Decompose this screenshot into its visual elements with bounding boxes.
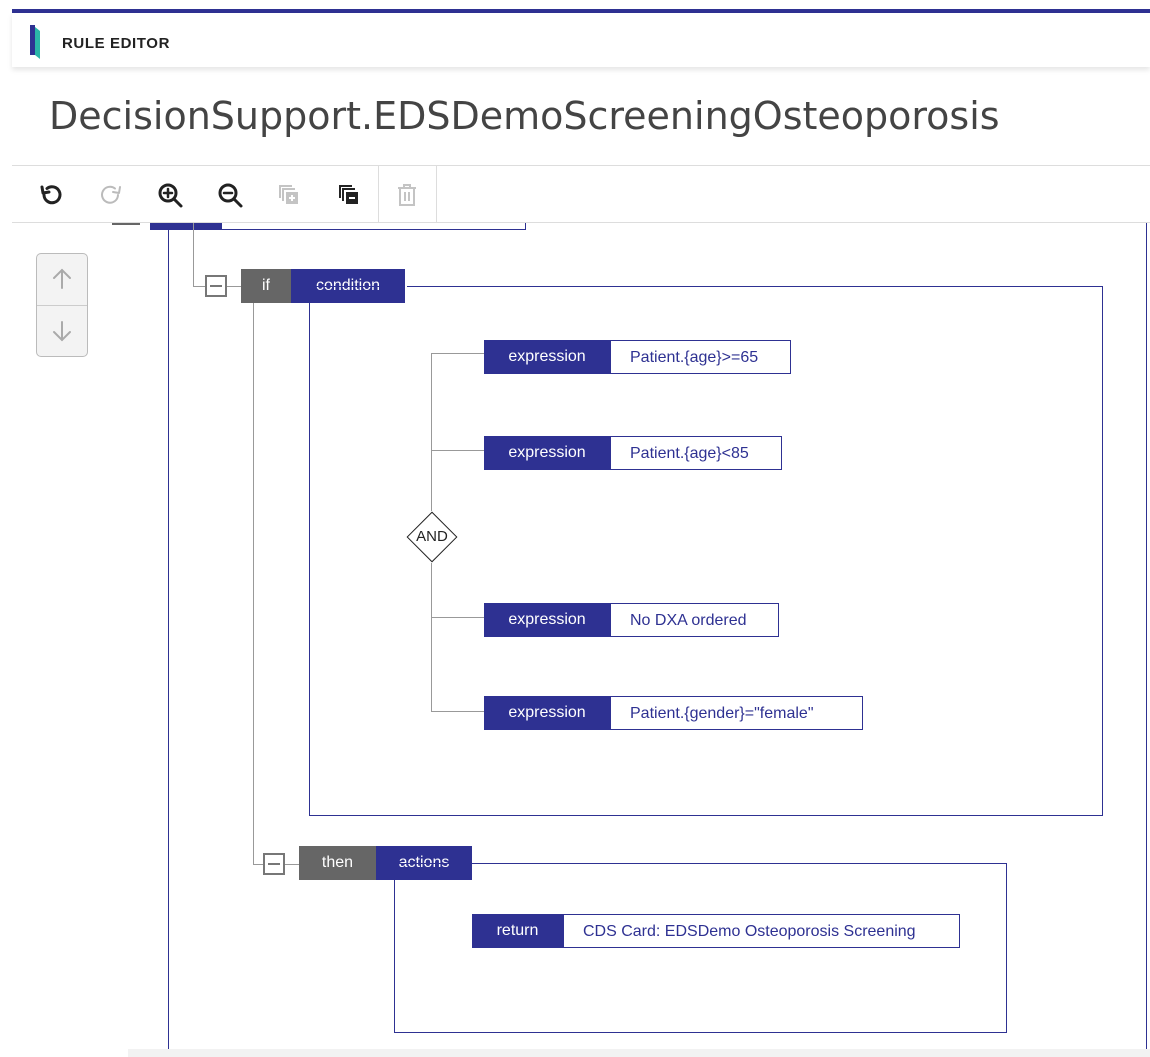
tree-connector bbox=[285, 864, 299, 865]
toolbar bbox=[12, 166, 1150, 222]
and-operator-label: AND bbox=[416, 528, 448, 545]
arrow-up-icon bbox=[53, 268, 71, 289]
zoom-in-button[interactable] bbox=[155, 180, 185, 210]
tree-connector bbox=[193, 223, 194, 286]
collapse-all-icon bbox=[339, 185, 358, 204]
trash-icon bbox=[398, 184, 416, 206]
and-connector bbox=[431, 353, 484, 354]
expression-tab[interactable]: expression bbox=[484, 436, 610, 470]
expand-all-button[interactable] bbox=[274, 180, 304, 210]
if-keyword: if bbox=[241, 269, 291, 303]
and-connector bbox=[431, 450, 484, 451]
expression-value[interactable]: Patient.{age}>=65 bbox=[610, 340, 791, 374]
rule-block-left-border bbox=[168, 223, 169, 1057]
expression-value[interactable]: Patient.{age}<85 bbox=[610, 436, 782, 470]
parent-node-box bbox=[150, 223, 526, 230]
zoom-out-icon bbox=[218, 183, 243, 208]
app-header: RULE EDITOR bbox=[12, 13, 1150, 67]
expression-value[interactable]: Patient.{gender}="female" bbox=[610, 696, 863, 730]
expression-tab[interactable]: expression bbox=[484, 340, 610, 374]
delete-button[interactable] bbox=[392, 180, 422, 210]
collapse-all-button[interactable] bbox=[334, 180, 364, 210]
canvas-scroll-edge bbox=[128, 1049, 1150, 1057]
page-title: DecisionSupport.EDSDemoScreeningOsteopor… bbox=[49, 94, 1000, 138]
undo-icon bbox=[40, 185, 62, 205]
and-connector bbox=[431, 711, 484, 712]
top-accent-bar bbox=[0, 0, 1150, 13]
redo-button[interactable] bbox=[96, 180, 126, 210]
tree-connector bbox=[227, 286, 241, 287]
tree-connector bbox=[253, 864, 263, 865]
expand-all-icon bbox=[279, 185, 298, 204]
rule-canvas[interactable]: if condition AND expression Patient.{age… bbox=[12, 223, 1150, 1057]
move-up-button[interactable] bbox=[37, 254, 87, 304]
connector-line bbox=[112, 223, 140, 225]
return-tab[interactable]: return bbox=[472, 914, 563, 948]
collapse-if-button[interactable] bbox=[205, 275, 227, 297]
undo-button[interactable] bbox=[36, 180, 66, 210]
arrow-down-icon bbox=[53, 321, 71, 342]
navigation-arrows bbox=[36, 253, 88, 357]
toolbar-separator bbox=[378, 166, 379, 222]
expression-tab[interactable]: expression bbox=[484, 603, 610, 637]
rule-block-right-border bbox=[1146, 223, 1147, 1057]
expression-value[interactable]: No DXA ordered bbox=[610, 603, 779, 637]
and-connector bbox=[431, 353, 432, 511]
and-connector bbox=[431, 617, 484, 618]
and-connector bbox=[431, 563, 432, 712]
app-logo-icon bbox=[30, 25, 40, 59]
move-down-button[interactable] bbox=[37, 306, 87, 356]
zoom-in-icon bbox=[158, 183, 183, 208]
tree-connector bbox=[253, 303, 254, 864]
app-title: RULE EDITOR bbox=[62, 35, 170, 52]
toolbar-separator bbox=[436, 166, 437, 222]
tree-connector bbox=[193, 286, 205, 287]
zoom-out-button[interactable] bbox=[215, 180, 245, 210]
return-value[interactable]: CDS Card: EDSDemo Osteoporosis Screening bbox=[563, 914, 960, 948]
redo-icon bbox=[101, 185, 121, 204]
expression-tab[interactable]: expression bbox=[484, 696, 610, 730]
collapse-then-button[interactable] bbox=[263, 853, 285, 875]
then-keyword: then bbox=[299, 846, 376, 880]
